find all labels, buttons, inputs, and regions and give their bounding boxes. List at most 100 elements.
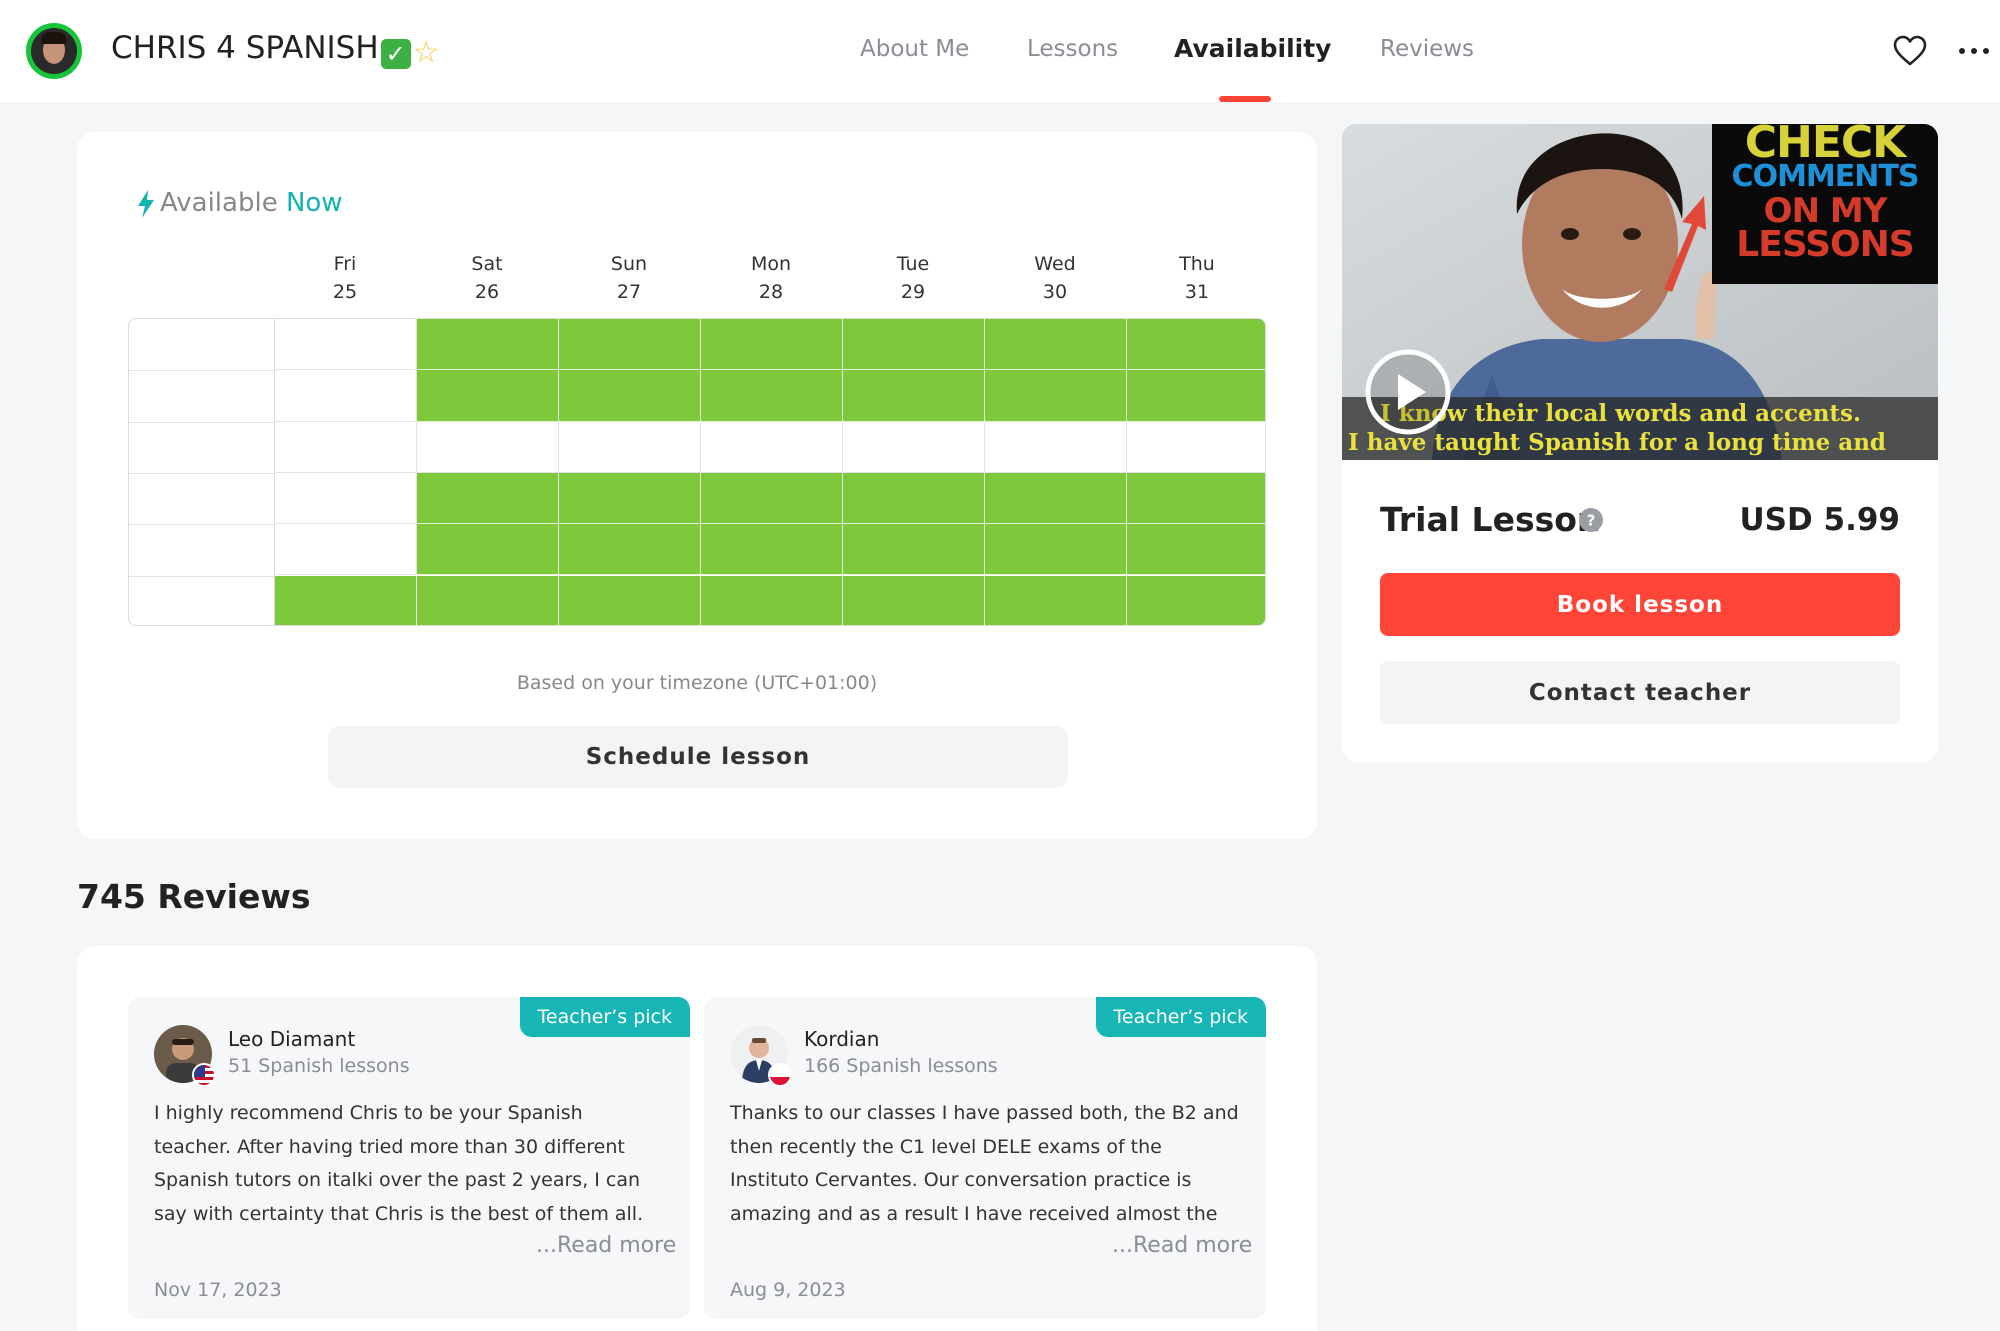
teacher-name: CHRIS 4 SPANISH ✓ ☆ bbox=[111, 30, 443, 69]
day-name: Wed bbox=[1034, 253, 1076, 275]
day-date: 31 bbox=[1184, 281, 1210, 303]
available-slot[interactable] bbox=[417, 319, 559, 371]
tab-availability[interactable]: Availability bbox=[1174, 34, 1331, 63]
available-slot[interactable] bbox=[1127, 472, 1265, 525]
review-date: Aug 9, 2023 bbox=[730, 1279, 846, 1301]
available-slot[interactable] bbox=[701, 472, 843, 525]
tab-lessons[interactable]: Lessons bbox=[1027, 36, 1118, 62]
reviewer-name: Leo Diamant bbox=[228, 1027, 356, 1051]
available-now-title: Available Now bbox=[160, 188, 343, 218]
unavailable-slot[interactable] bbox=[843, 421, 985, 473]
unavailable-slot[interactable] bbox=[275, 472, 417, 525]
reviewer-lesson-count: 166 Spanish lessons bbox=[804, 1055, 998, 1077]
availability-grid bbox=[128, 318, 1266, 626]
available-slot[interactable] bbox=[417, 575, 559, 625]
unavailable-slot[interactable] bbox=[1127, 422, 1265, 473]
star-icon: ☆ bbox=[412, 35, 440, 70]
available-slot[interactable] bbox=[843, 524, 985, 576]
day-name: Sat bbox=[471, 253, 503, 275]
reviews-heading: 745 Reviews bbox=[77, 877, 311, 916]
us-flag-icon bbox=[192, 1063, 216, 1087]
active-tab-indicator bbox=[1219, 96, 1271, 102]
teachers-pick-badge: Teacher’s pick bbox=[1095, 997, 1266, 1037]
day-date: 30 bbox=[1042, 281, 1068, 303]
day-header: Mon 28 bbox=[700, 250, 842, 306]
unavailable-slot[interactable] bbox=[417, 421, 559, 473]
intro-video[interactable]: CHECK COMMENTS ON MY LESSONS I know thei… bbox=[1342, 124, 1938, 460]
reviewer-lesson-count: 51 Spanish lessons bbox=[228, 1055, 410, 1077]
available-slot[interactable] bbox=[275, 575, 417, 625]
tab-about-me[interactable]: About Me bbox=[860, 36, 969, 62]
contact-teacher-button[interactable]: Contact teacher bbox=[1380, 661, 1900, 724]
help-icon[interactable]: ? bbox=[1578, 507, 1604, 533]
read-more-link[interactable]: ...Read more bbox=[532, 1233, 677, 1258]
day-header: Thu 31 bbox=[1126, 250, 1268, 306]
available-slot[interactable] bbox=[1127, 319, 1265, 371]
top-header: CHRIS 4 SPANISH ✓ ☆ About Me Lessons Avail… bbox=[0, 0, 2000, 102]
unavailable-slot[interactable] bbox=[559, 421, 701, 473]
unavailable-slot[interactable] bbox=[701, 421, 843, 473]
available-slot[interactable] bbox=[559, 319, 701, 371]
review-text: Thanks to our classes I have passed both… bbox=[730, 1102, 1239, 1225]
available-slot[interactable] bbox=[417, 370, 559, 422]
unavailable-slot[interactable] bbox=[275, 421, 417, 473]
schedule-lesson-button[interactable]: Schedule lesson bbox=[328, 726, 1068, 788]
available-slot[interactable] bbox=[985, 575, 1127, 625]
unavailable-slot[interactable] bbox=[985, 421, 1127, 473]
row-divider bbox=[129, 370, 275, 372]
day-header: Fri 25 bbox=[274, 250, 416, 306]
row-divider bbox=[129, 575, 275, 577]
svg-text:?: ? bbox=[1587, 512, 1596, 530]
video-caption-1: I know their local words and accents. bbox=[1380, 400, 1862, 427]
day-header: Sun 27 bbox=[558, 250, 700, 306]
available-slot[interactable] bbox=[559, 472, 701, 525]
play-icon[interactable] bbox=[1364, 348, 1452, 436]
day-name: Sun bbox=[610, 253, 648, 275]
day-name: Thu bbox=[1179, 253, 1215, 275]
day-date: 26 bbox=[474, 281, 500, 303]
teacher-avatar[interactable] bbox=[26, 23, 82, 79]
available-slot[interactable] bbox=[985, 319, 1127, 371]
available-slot[interactable] bbox=[701, 575, 843, 625]
read-more-link[interactable]: ...Read more bbox=[1108, 1233, 1253, 1258]
available-slot[interactable] bbox=[417, 472, 559, 525]
teachers-pick-badge: Teacher’s pick bbox=[519, 997, 690, 1037]
available-slot[interactable] bbox=[843, 575, 985, 625]
day-header: Sat 26 bbox=[416, 250, 558, 306]
row-divider bbox=[129, 524, 275, 526]
available-slot[interactable] bbox=[701, 524, 843, 576]
unavailable-slot[interactable] bbox=[275, 524, 417, 576]
unavailable-slot[interactable] bbox=[275, 319, 417, 371]
available-slot[interactable] bbox=[701, 370, 843, 422]
available-slot[interactable] bbox=[417, 524, 559, 576]
available-slot[interactable] bbox=[1127, 575, 1265, 625]
available-slot[interactable] bbox=[843, 319, 985, 371]
book-lesson-button[interactable]: Book lesson bbox=[1380, 573, 1900, 636]
available-slot[interactable] bbox=[559, 370, 701, 422]
more-options-icon[interactable] bbox=[1958, 47, 1990, 55]
available-slot[interactable] bbox=[1127, 370, 1265, 422]
day-header: Wed 30 bbox=[984, 250, 1126, 306]
day-name: Mon bbox=[750, 253, 792, 275]
available-slot[interactable] bbox=[843, 370, 985, 422]
available-slot[interactable] bbox=[559, 524, 701, 576]
available-slot[interactable] bbox=[985, 370, 1127, 422]
review-card: Teacher’s pick Kordian 166 Spanish lesso… bbox=[704, 997, 1266, 1319]
review-text: I highly recommend Chris to be your Span… bbox=[154, 1102, 644, 1225]
lightning-icon bbox=[138, 190, 154, 218]
poland-flag-icon bbox=[768, 1063, 792, 1087]
review-date: Nov 17, 2023 bbox=[154, 1279, 282, 1301]
available-slot[interactable] bbox=[701, 319, 843, 371]
unavailable-slot[interactable] bbox=[275, 370, 417, 422]
heart-icon[interactable] bbox=[1893, 35, 1927, 67]
tab-reviews[interactable]: Reviews bbox=[1380, 36, 1474, 62]
available-slot[interactable] bbox=[985, 524, 1127, 576]
available-slot[interactable] bbox=[985, 472, 1127, 525]
available-slot[interactable] bbox=[559, 575, 701, 625]
available-slot[interactable] bbox=[1127, 524, 1265, 576]
row-divider bbox=[129, 472, 275, 474]
available-label: Available bbox=[160, 188, 278, 218]
available-slot[interactable] bbox=[843, 472, 985, 525]
day-date: 28 bbox=[758, 281, 784, 303]
day-date: 27 bbox=[616, 281, 642, 303]
